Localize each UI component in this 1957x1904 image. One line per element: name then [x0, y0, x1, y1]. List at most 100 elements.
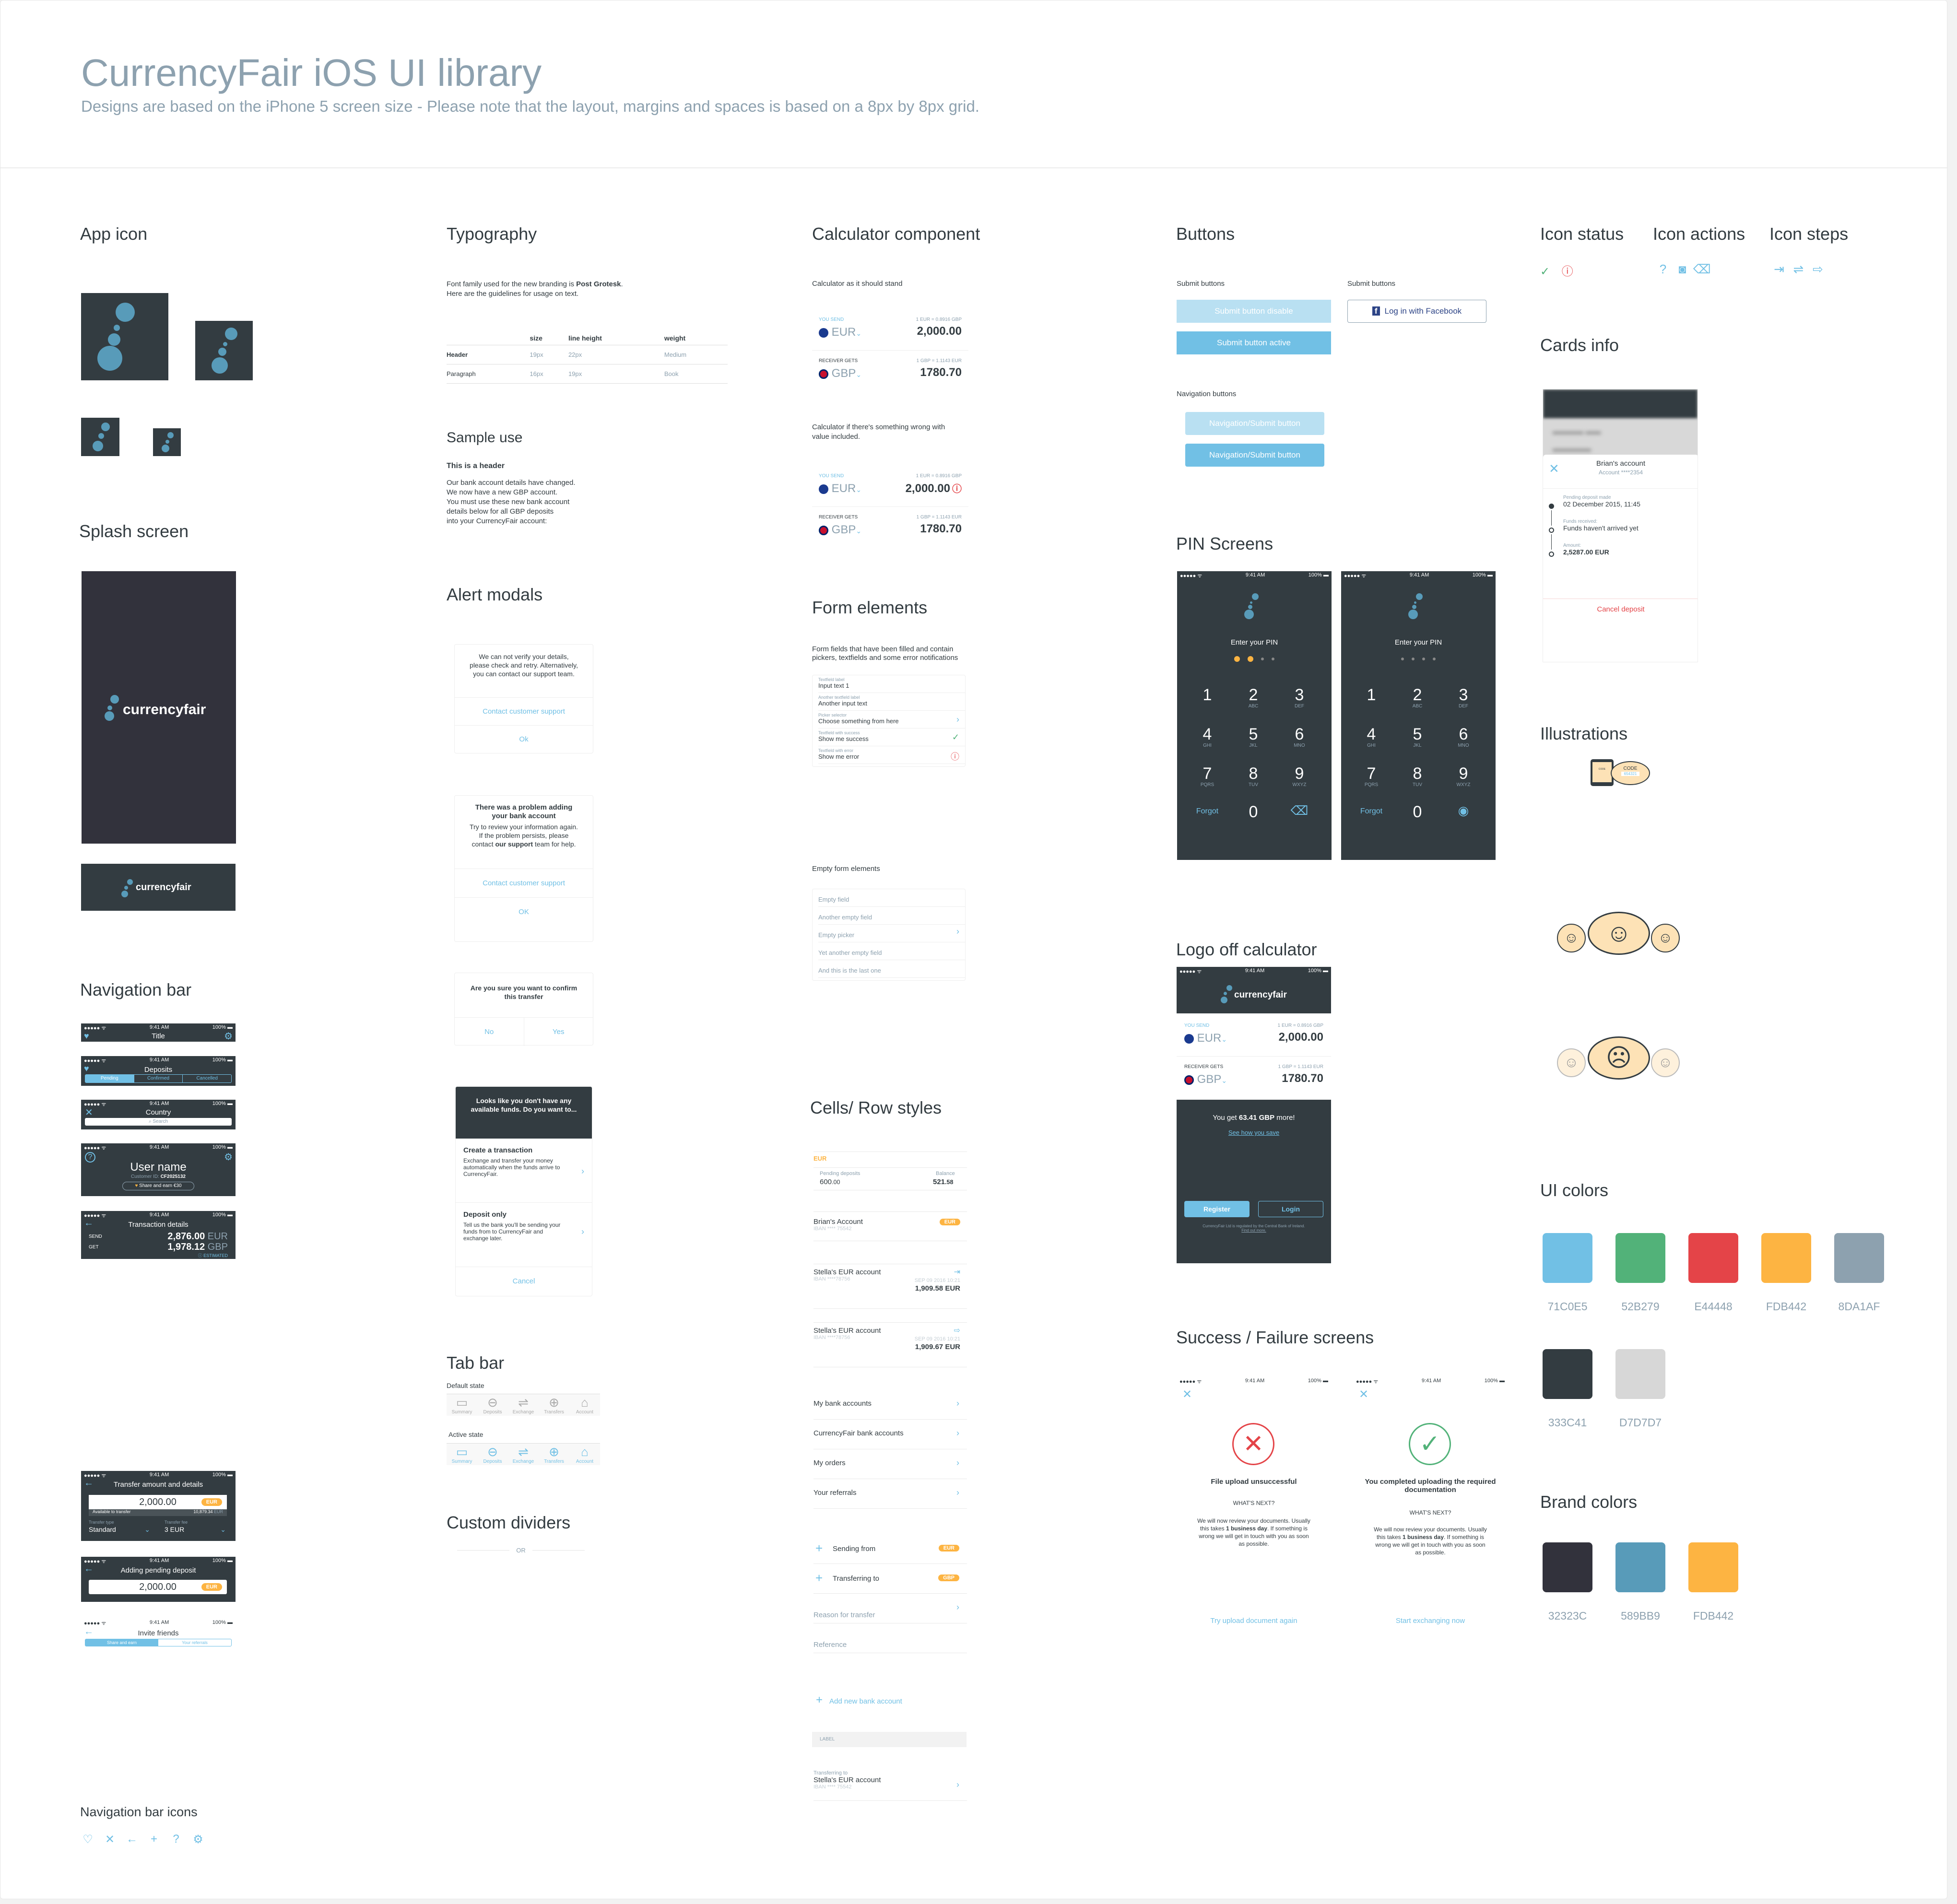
pin-key-5[interactable]: 5 JKL [1237, 726, 1270, 748]
tab-account[interactable]: ⌂ Account [569, 1445, 600, 1464]
send-amount[interactable]: 2,000.00 ⓘ [906, 481, 962, 495]
pin-key-9[interactable]: 9 WXYZ [1283, 765, 1316, 787]
result-action-link[interactable]: Start exchanging now [1353, 1617, 1508, 1625]
facebook-login-button[interactable]: f Log in with Facebook [1347, 300, 1486, 323]
pin-key-1[interactable]: 1 [1191, 686, 1224, 704]
nav-button-disabled[interactable]: Navigation/Submit button [1185, 412, 1324, 435]
pin-key-9[interactable]: 9 WXYZ [1447, 765, 1480, 787]
ok-button[interactable]: OK [455, 897, 593, 926]
cell-recipient[interactable]: Transferring to Stella's EUR account IBA… [813, 1765, 967, 1801]
submit-button-disabled[interactable]: Submit button disable [1177, 300, 1331, 323]
cell-balance[interactable]: EUR [813, 1152, 967, 1168]
result-action-link[interactable]: Try upload document again [1177, 1617, 1331, 1625]
cell-sending-from[interactable]: + Sending from EUR [813, 1534, 967, 1564]
no-button[interactable]: No [455, 1018, 524, 1046]
empty-form-field[interactable]: Empty picker › [818, 925, 965, 942]
fingerprint-icon[interactable]: ◉ [1447, 803, 1480, 818]
ok-button[interactable]: Ok [455, 725, 593, 753]
forgot-pin-button[interactable]: Forgot [1355, 807, 1388, 816]
close-icon[interactable]: ✕ [1182, 1387, 1192, 1401]
option-deposit-only[interactable]: Deposit only Tell us the bank you'll be … [456, 1203, 592, 1267]
transfer-type-picker[interactable]: Standard ⌄ [89, 1526, 150, 1534]
estimated-label[interactable]: ⓘ ESTIMATED [198, 1252, 228, 1258]
amount-input[interactable]: 2,000.00 EUR [89, 1580, 227, 1594]
pin-key-2[interactable]: 2 ABC [1401, 686, 1434, 709]
pin-key-2[interactable]: 2 ABC [1237, 686, 1270, 709]
backspace-icon[interactable]: ⌫ [1693, 262, 1711, 277]
contact-support-button[interactable]: Contact customer support [455, 869, 593, 897]
send-currency-picker[interactable]: EUR⌄ [1184, 1032, 1227, 1045]
yes-button[interactable]: Yes [524, 1018, 593, 1046]
form-field[interactable]: Textfield with success Show me success ✓ [818, 729, 965, 746]
tab-exchange[interactable]: ⇌ Exchange [508, 1395, 539, 1415]
camera-icon[interactable]: ◙ [1674, 262, 1691, 277]
segment-share-earn[interactable]: Share and earn [85, 1639, 158, 1646]
amount-input[interactable]: 2,000.00 EUR [89, 1495, 227, 1509]
cancel-deposit-button[interactable]: Cancel deposit [1543, 605, 1698, 613]
tab-account[interactable]: ⌂ Account [569, 1395, 600, 1415]
cell-link[interactable]: My bank accounts › [813, 1390, 967, 1420]
login-button[interactable]: Login [1258, 1201, 1323, 1217]
search-input[interactable]: ⌕ Search [85, 1118, 232, 1126]
tab-summary[interactable]: ▭ Summary [447, 1395, 477, 1415]
add-bank-account-button[interactable]: + Add new bank account [816, 1693, 902, 1707]
empty-form-field[interactable]: Yet another empty field [818, 942, 965, 960]
segment-confirmed[interactable]: Confirmed [133, 1075, 183, 1082]
segment-your-referrals[interactable]: Your referrals [158, 1639, 231, 1646]
form-field[interactable]: Another textfield label Another input tex… [818, 693, 965, 711]
find-out-link[interactable]: Find out more. [1241, 1228, 1266, 1233]
send-amount[interactable]: 2,000.00 [1279, 1031, 1323, 1044]
cell-link[interactable]: My orders › [813, 1449, 967, 1479]
nav-button-active[interactable]: Navigation/Submit button [1185, 444, 1324, 467]
option-create-transaction[interactable]: Create a transaction Exchange and transf… [456, 1139, 592, 1203]
contact-support-button[interactable]: Contact customer support [455, 697, 593, 725]
cell-transaction[interactable]: Stella's EUR account IBAN ****78756 ⇥ SEP 0… [813, 1264, 967, 1309]
gear-icon[interactable]: ⚙ [224, 1030, 233, 1042]
pin-key-3[interactable]: 3 DEF [1447, 686, 1480, 709]
transfer-fee-picker[interactable]: 3 EUR ⌄ [165, 1526, 226, 1534]
form-field[interactable]: Textfield label Input text 1 [818, 675, 965, 693]
pin-key-8[interactable]: 8 TUV [1237, 765, 1270, 787]
pin-key-6[interactable]: 6 MNO [1283, 726, 1316, 748]
cell-link[interactable]: CurrencyFair bank accounts › [813, 1420, 967, 1449]
cell-transaction[interactable]: Stella's EUR account IBAN ****78756 ⇨ SEP 0… [813, 1322, 967, 1367]
close-icon[interactable]: ✕ [1359, 1387, 1368, 1401]
pin-key-3[interactable]: 3 DEF [1283, 686, 1316, 709]
tab-summary[interactable]: ▭ Summary [447, 1445, 477, 1464]
cell-transferring-to[interactable]: + Transferring to GBP [813, 1564, 967, 1594]
see-how-link[interactable]: See how you save [1177, 1129, 1331, 1136]
pin-key-1[interactable]: 1 [1355, 686, 1388, 704]
cell-reason[interactable]: Reason for transfer › [813, 1594, 967, 1623]
register-button[interactable]: Register [1184, 1201, 1250, 1217]
segment-cancelled[interactable]: Cancelled [182, 1075, 231, 1082]
empty-form-field[interactable]: Another empty field [818, 907, 965, 925]
pin-key-0[interactable]: 0 [1401, 803, 1434, 821]
tab-deposits[interactable]: ⊖ Deposits [477, 1445, 508, 1464]
pin-key-7[interactable]: 7 PQRS [1191, 765, 1224, 787]
cell-link[interactable]: Your referrals › [813, 1479, 967, 1509]
pin-key-6[interactable]: 6 MNO [1447, 726, 1480, 748]
share-earn-button[interactable]: ♥ Share and earn €30 [122, 1182, 194, 1190]
help-icon[interactable]: ? [1654, 262, 1672, 277]
send-currency-picker[interactable]: EUR⌄ [819, 482, 861, 495]
pin-key-8[interactable]: 8 TUV [1401, 765, 1434, 787]
form-field[interactable]: Textfield with error Show me error ⓘ [818, 746, 965, 764]
form-field[interactable]: Picker selector Choose something from her… [818, 711, 965, 729]
pin-key-5[interactable]: 5 JKL [1401, 726, 1434, 748]
pin-key-7[interactable]: 7 PQRS [1355, 765, 1388, 787]
cell-account[interactable]: Brian's Account IBAN **** 75542 EUR [813, 1211, 967, 1241]
empty-form-field[interactable]: And this is the last one [818, 960, 965, 978]
forgot-pin-button[interactable]: Forgot [1191, 807, 1224, 816]
receive-currency-picker[interactable]: GBP⌄ [819, 523, 861, 537]
send-currency-picker[interactable]: EUR⌄ [819, 326, 861, 339]
cell-reference[interactable]: Reference [813, 1623, 967, 1653]
receive-currency-picker[interactable]: GBP⌄ [819, 367, 861, 380]
send-amount[interactable]: 2,000.00 [917, 325, 962, 338]
submit-button-active[interactable]: Submit button active [1177, 331, 1331, 354]
receive-currency-picker[interactable]: GBP⌄ [1184, 1073, 1227, 1086]
cancel-button[interactable]: Cancel [456, 1267, 592, 1296]
tab-deposits[interactable]: ⊖ Deposits [477, 1395, 508, 1415]
empty-form-field[interactable]: Empty field [818, 889, 965, 907]
tab-transfers[interactable]: ⊕ Transfers [539, 1395, 569, 1415]
tab-exchange[interactable]: ⇌ Exchange [508, 1445, 539, 1464]
